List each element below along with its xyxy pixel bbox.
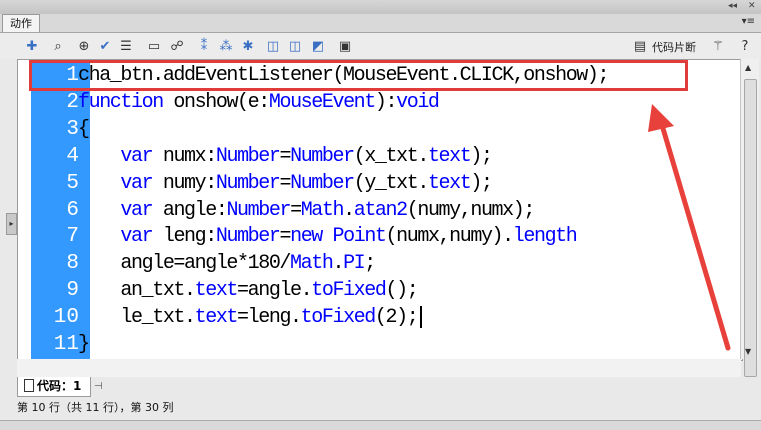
- code-file-icon: [24, 379, 34, 392]
- status-bar: 第 10 行（共 11 行），第 30 列: [17, 401, 174, 414]
- pin-script-icon[interactable]: ⊣: [94, 381, 103, 392]
- tab-code-1[interactable]: 代码：1: [17, 377, 91, 397]
- code-tab-label: 代码：1: [37, 379, 82, 393]
- editor-bottom-area: [17, 359, 741, 377]
